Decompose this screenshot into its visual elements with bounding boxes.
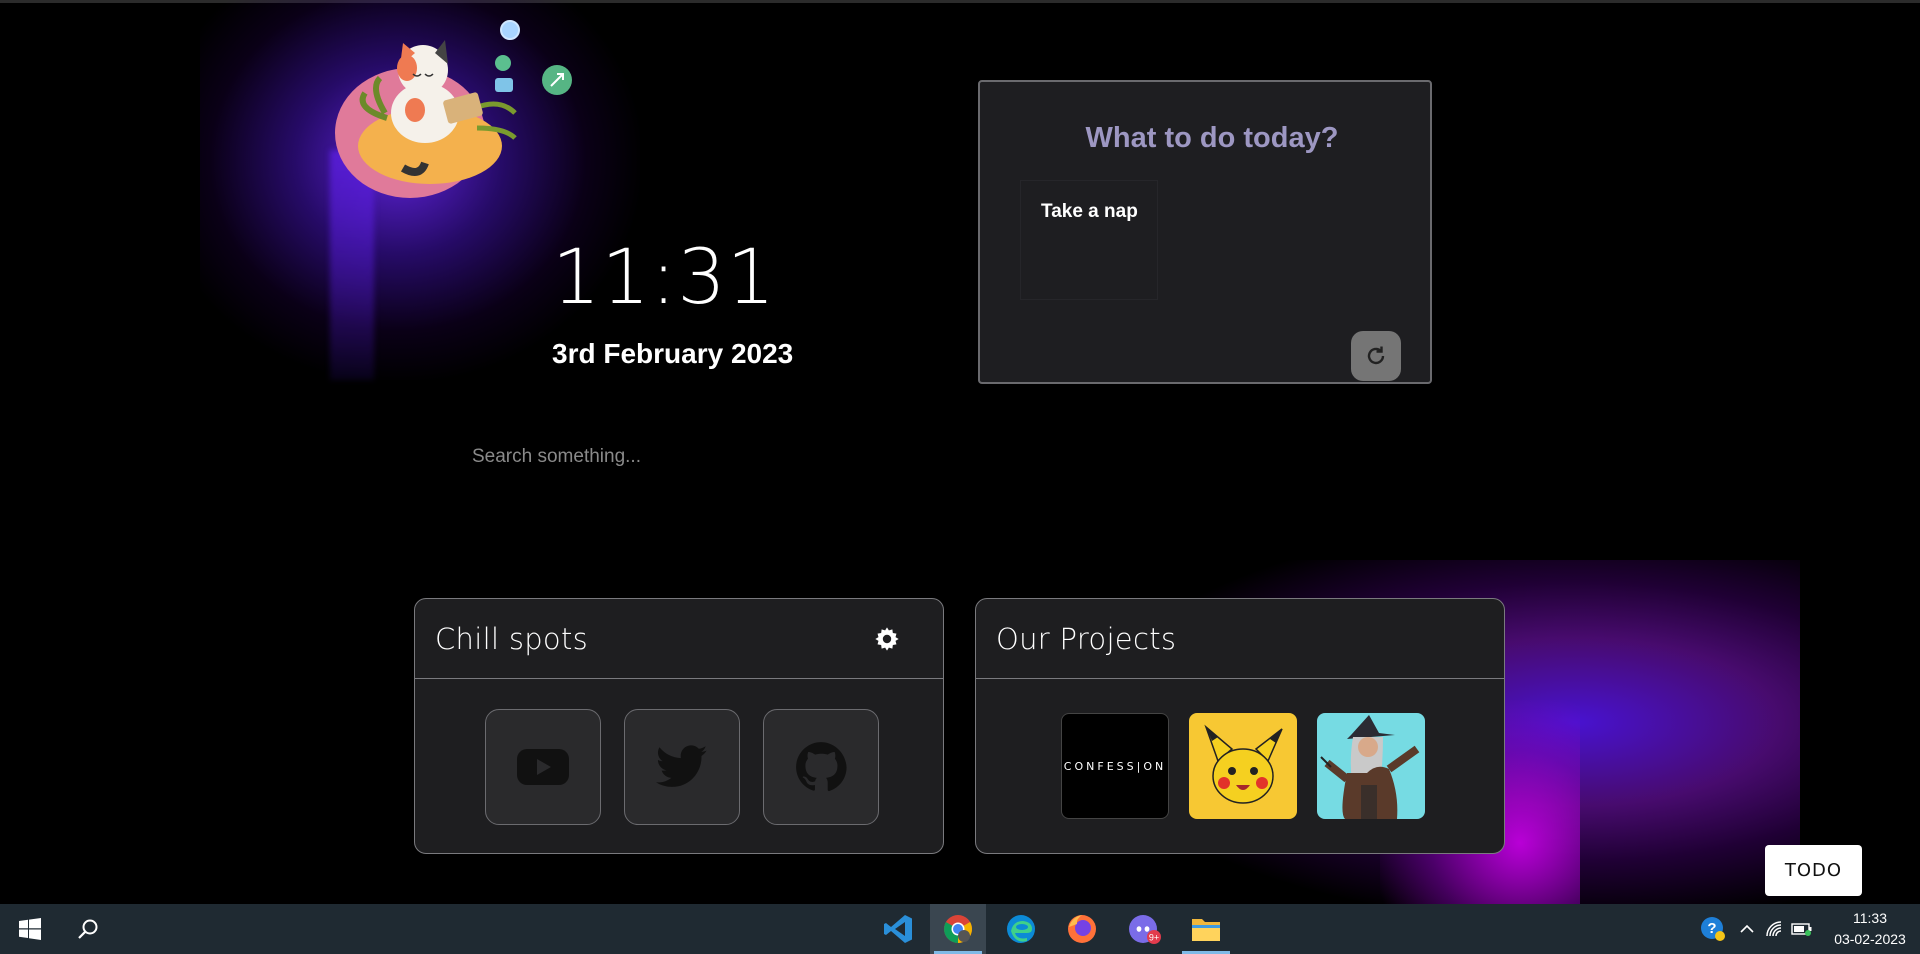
project-confession-label: CONFESS|ON xyxy=(1063,759,1167,773)
vscode-icon xyxy=(884,915,912,943)
wizard-icon xyxy=(1320,715,1420,819)
github-link[interactable] xyxy=(763,709,879,825)
folder-icon xyxy=(1192,919,1220,941)
taskbar-search-button[interactable] xyxy=(60,904,116,954)
gear-icon[interactable] xyxy=(873,625,901,653)
taskbar-firefox[interactable] xyxy=(1054,904,1110,954)
tray-battery[interactable] xyxy=(1788,904,1816,954)
discord-badge: 9+ xyxy=(1149,933,1159,943)
project-wizard[interactable] xyxy=(1317,713,1425,819)
todo-toggle-button[interactable]: TODO xyxy=(1765,845,1862,896)
chrome-icon xyxy=(944,915,972,943)
start-button[interactable] xyxy=(2,904,58,954)
twitter-link[interactable] xyxy=(624,709,740,825)
chill-spots-panel: Chill spots xyxy=(414,598,944,854)
taskbar: 9+ ? 11:33 03-02-2023 xyxy=(0,904,1920,954)
refresh-icon xyxy=(1367,346,1385,365)
taskbar-file-explorer[interactable] xyxy=(1178,904,1234,954)
wifi-icon xyxy=(1766,921,1782,937)
pikachu-icon xyxy=(1204,724,1283,804)
battery-icon xyxy=(1791,923,1812,936)
taskbar-clock[interactable]: 11:33 03-02-2023 xyxy=(1820,908,1920,950)
twitter-icon xyxy=(656,745,708,787)
todo-card: What to do today? Take a nap xyxy=(978,80,1432,384)
youtube-link[interactable] xyxy=(485,709,601,825)
taskbar-chrome[interactable] xyxy=(930,904,986,954)
search-input[interactable] xyxy=(460,435,980,479)
search-icon xyxy=(78,919,98,939)
clock-date: 3rd February 2023 xyxy=(552,338,794,369)
projects-panel: Our Projects CONFESS|ON xyxy=(975,598,1505,854)
windows-icon xyxy=(19,918,41,940)
project-confession[interactable]: CONFESS|ON xyxy=(1061,713,1169,819)
tray-chevron[interactable] xyxy=(1734,904,1760,954)
cat-illustration xyxy=(335,20,572,198)
chill-spots-title: Chill spots xyxy=(435,621,589,656)
projects-title: Our Projects xyxy=(996,621,1177,656)
taskbar-edge[interactable] xyxy=(993,904,1049,954)
todo-item[interactable]: Take a nap xyxy=(1020,180,1158,300)
discord-icon: 9+ xyxy=(1129,915,1161,944)
edge-icon xyxy=(1007,915,1035,943)
projects-header: Our Projects xyxy=(976,599,1504,679)
refresh-button[interactable] xyxy=(1351,331,1401,381)
todo-title: What to do today? xyxy=(1085,122,1339,154)
project-pikachu[interactable] xyxy=(1189,713,1297,819)
youtube-icon xyxy=(517,749,569,785)
taskbar-time: 11:33 xyxy=(1853,910,1887,926)
taskbar-vscode[interactable] xyxy=(870,904,926,954)
github-icon xyxy=(796,742,847,792)
firefox-icon xyxy=(1068,915,1096,943)
tray-network[interactable] xyxy=(1762,904,1788,954)
taskbar-discord[interactable]: 9+ xyxy=(1117,904,1173,954)
svg-text:?: ? xyxy=(1707,920,1716,937)
tray-help[interactable]: ? xyxy=(1696,904,1730,954)
taskbar-date: 03-02-2023 xyxy=(1834,931,1906,947)
help-icon: ? xyxy=(1701,917,1725,941)
chevron-up-icon xyxy=(1740,924,1754,933)
new-tab-page: 11:31 3rd February 2023 What to do today… xyxy=(0,0,1920,904)
clock-time: 11:31 xyxy=(552,232,777,321)
chill-spots-header: Chill spots xyxy=(415,599,943,679)
